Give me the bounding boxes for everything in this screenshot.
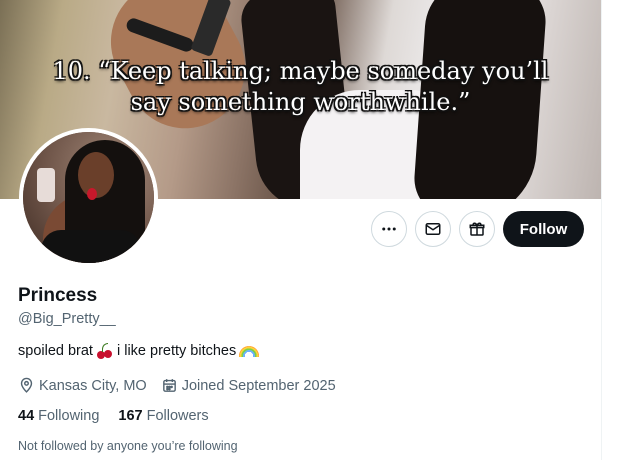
cherries-emoji-icon — [96, 343, 114, 359]
message-button[interactable] — [415, 211, 451, 247]
gift-icon — [469, 222, 485, 236]
rainbow-emoji-icon — [239, 345, 260, 357]
bio-text: spoiled brat — [18, 343, 93, 359]
follow-button[interactable]: Follow — [503, 211, 584, 247]
followers-count: 167 — [118, 408, 143, 424]
profile-meta: Kansas City, MO Joined September 2025 — [18, 377, 350, 394]
join-date-text: Joined September 2025 — [181, 377, 336, 394]
followers-link[interactable]: 167 Followers — [118, 408, 208, 424]
following-label: Following — [38, 408, 100, 424]
right-divider — [601, 0, 625, 460]
follow-stats: 44 Following 167 Followers — [18, 408, 228, 424]
bio-text: i like pretty bitches — [116, 343, 237, 359]
envelope-icon — [425, 223, 441, 235]
user-handle: @Big_Pretty__ — [18, 311, 116, 327]
location-pin-icon — [20, 377, 33, 393]
bio: spoiled brat i like pretty bitches — [18, 343, 260, 359]
display-name: Princess — [18, 285, 98, 306]
following-link[interactable]: 44 Following — [18, 408, 99, 424]
following-count: 44 — [18, 408, 35, 424]
followers-label: Followers — [146, 408, 209, 424]
banner-quote-line: 10. “Keep talking; maybe someday you’ll — [52, 57, 549, 85]
avatar-phone — [37, 168, 55, 202]
more-button[interactable] — [371, 211, 407, 247]
avatar-clothing — [41, 230, 141, 263]
calendar-icon — [162, 379, 176, 392]
location: Kansas City, MO — [18, 377, 147, 394]
join-date: Joined September 2025 — [161, 377, 336, 394]
profile-page: 10. “Keep talking; maybe someday you’ll … — [0, 0, 625, 460]
gift-button[interactable] — [459, 211, 495, 247]
not-followed-notice: Not followed by anyone you’re following — [18, 439, 238, 453]
location-text: Kansas City, MO — [39, 377, 147, 394]
banner-quote: 10. “Keep talking; maybe someday you’ll … — [0, 56, 601, 118]
avatar-strawberry — [87, 188, 97, 200]
avatar[interactable] — [19, 128, 158, 267]
more-horizontal-icon — [382, 227, 396, 231]
banner-quote-line: say something worthwhile.” — [130, 88, 471, 116]
